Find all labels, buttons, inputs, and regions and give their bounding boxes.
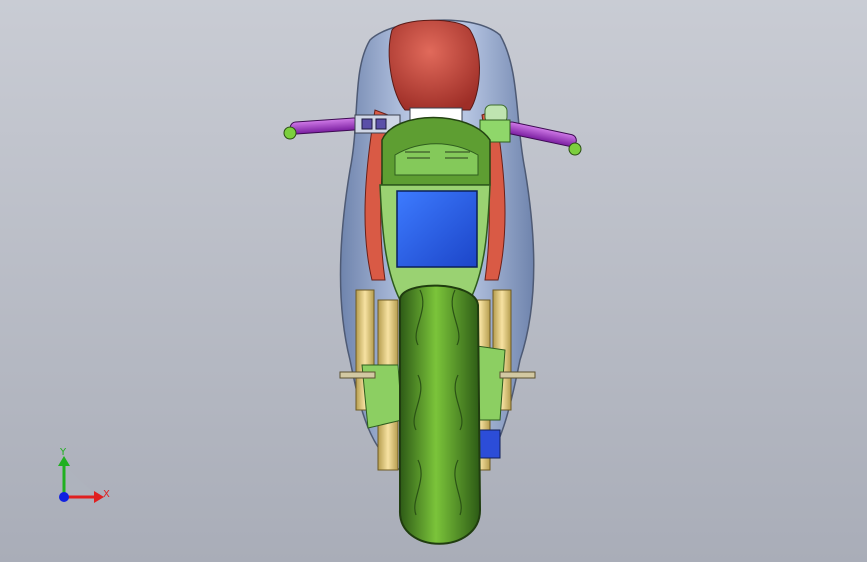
license-plate (396, 190, 478, 268)
z-axis-dot (59, 492, 69, 502)
model-canvas[interactable]: Y X (0, 0, 867, 562)
front-tire (398, 284, 482, 545)
cad-viewport[interactable]: Y X (0, 0, 867, 562)
y-axis-label: Y (59, 447, 67, 458)
fuel-tank (388, 19, 480, 111)
x-axis-label: X (103, 489, 110, 500)
coordinate-triad: Y X (58, 447, 110, 503)
